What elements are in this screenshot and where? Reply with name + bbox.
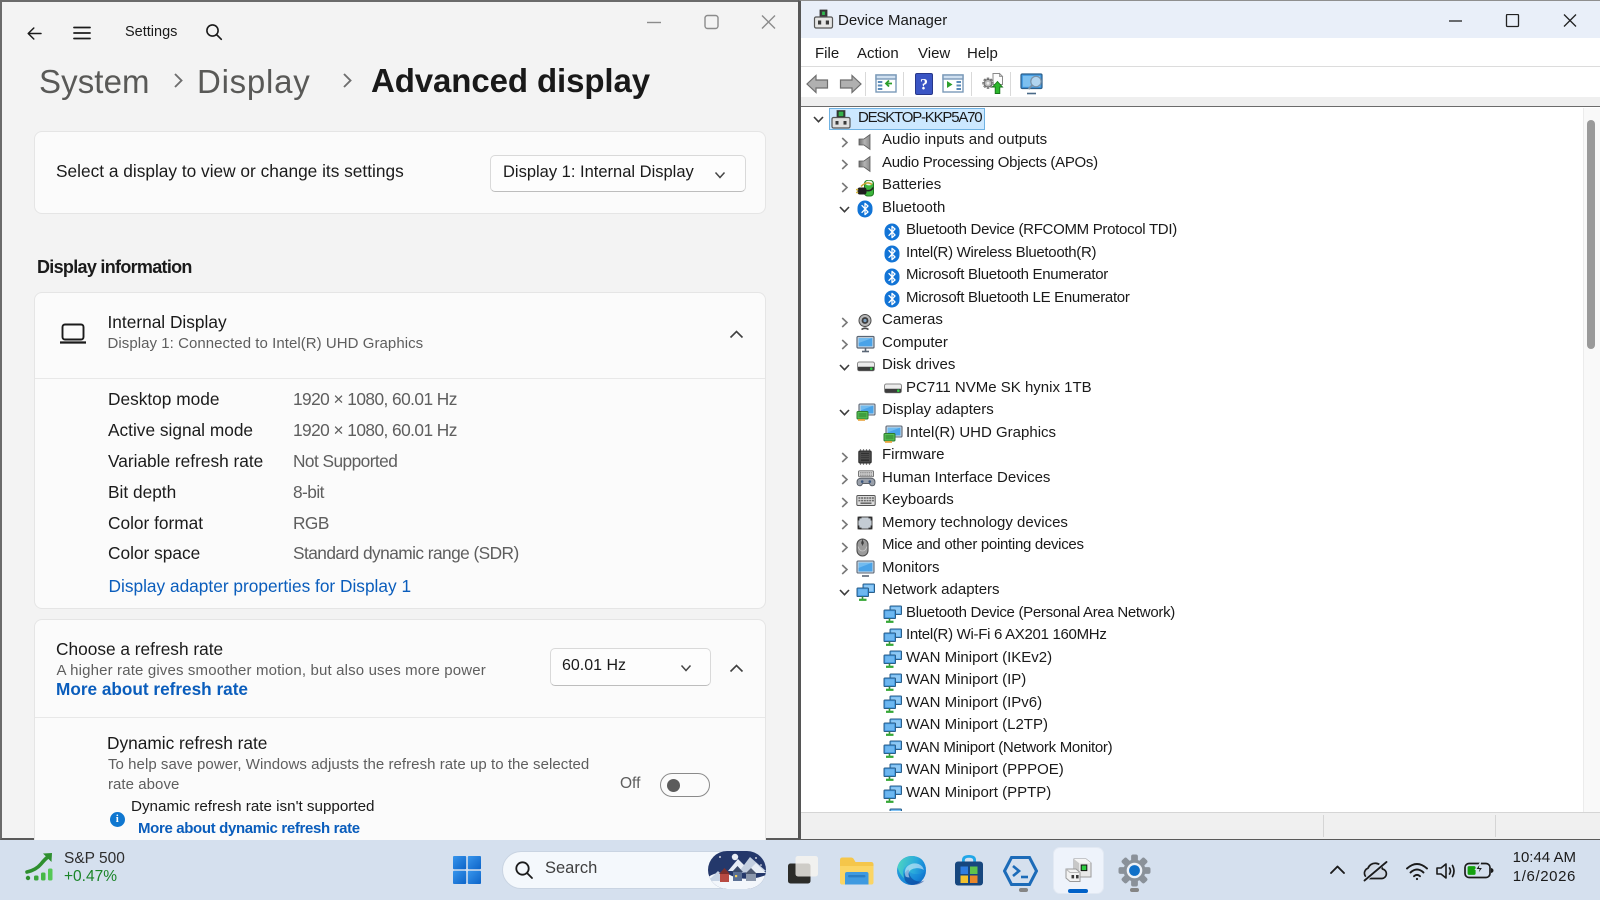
svg-text:?: ? (920, 77, 928, 94)
